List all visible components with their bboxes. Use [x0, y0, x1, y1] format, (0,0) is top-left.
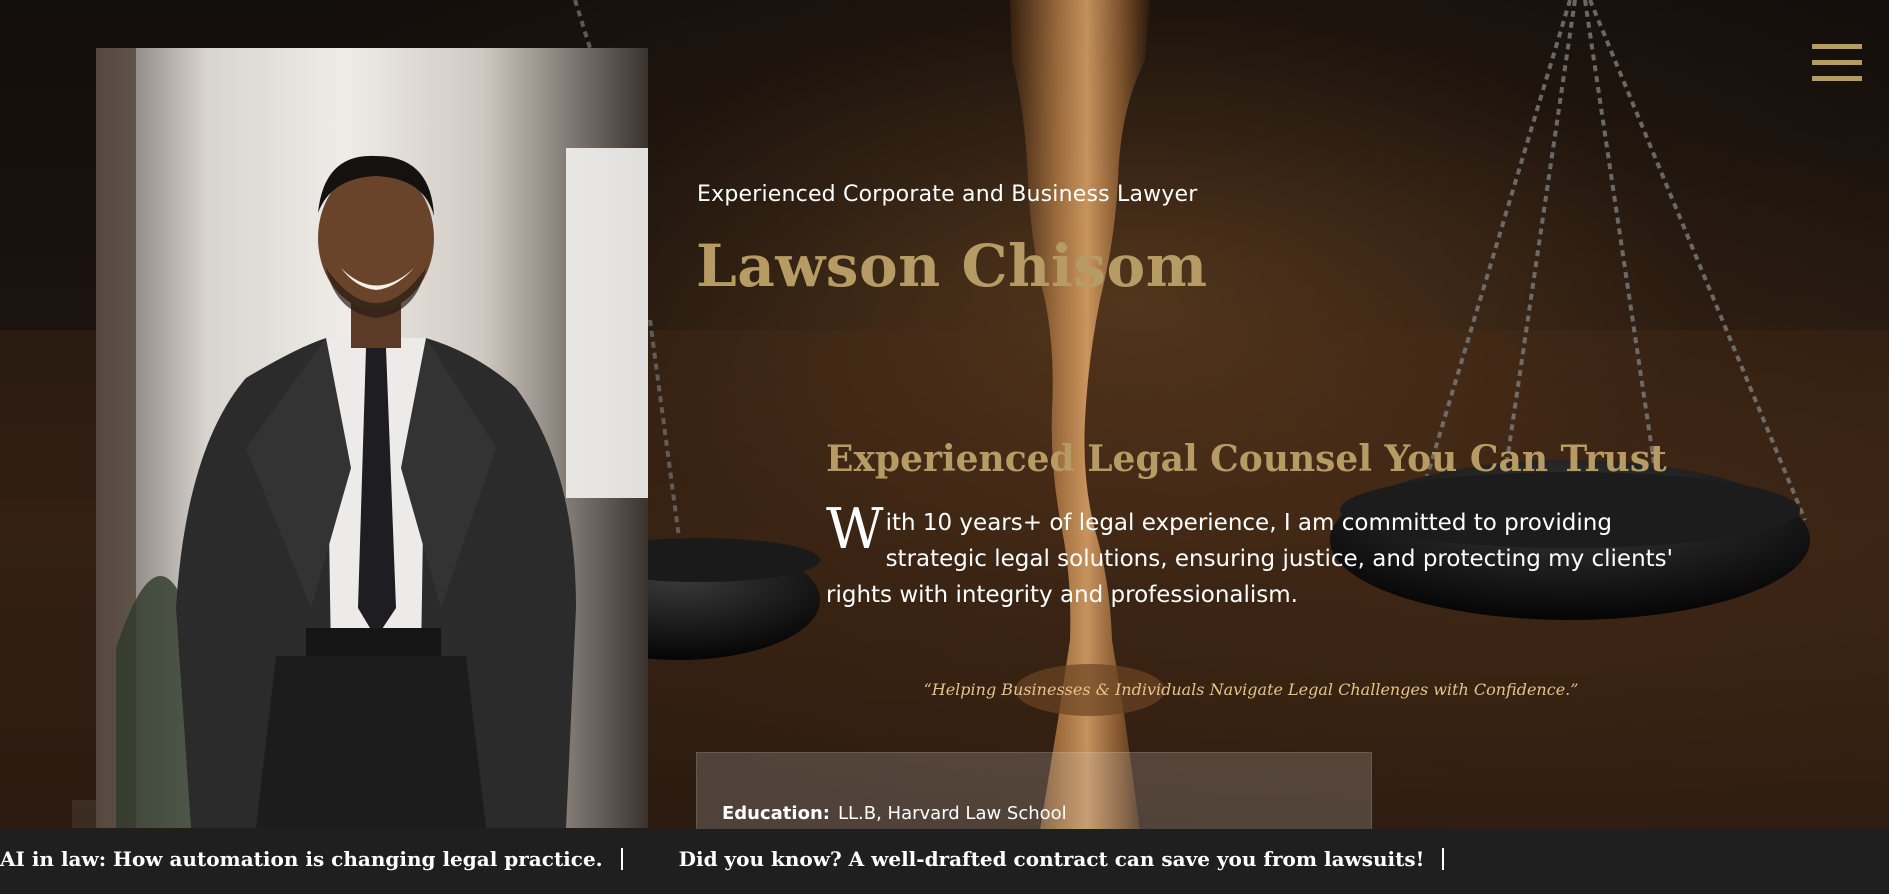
education-label: Education:: [722, 803, 830, 824]
ticker-separator: [620, 848, 623, 870]
ticker-item-text: AI in law: How automation is changing le…: [0, 847, 603, 871]
menu-bar-middle: [1812, 60, 1862, 65]
ticker-separator: [1442, 848, 1445, 870]
hero-headline: Experienced Legal Counsel You Can Trust: [826, 438, 1667, 480]
education-value: LL.B, Harvard Law School: [837, 803, 1067, 824]
ticker-item[interactable]: AI in law: How automation is changing le…: [0, 847, 679, 871]
ticker-item[interactable]: Did you know? A well-drafted contract ca…: [679, 847, 1501, 871]
lawyer-portrait: [96, 48, 648, 828]
menu-bar-top: [1812, 44, 1862, 49]
hero-quote: “Helping Businesses & Individuals Naviga…: [923, 680, 1579, 699]
intro-dropcap: W: [826, 497, 884, 562]
hero-section: Experienced Corporate and Business Lawye…: [0, 0, 1889, 894]
ticker-track: AI in law: How automation is changing le…: [0, 847, 1500, 871]
menu-bar-bottom: [1812, 76, 1862, 81]
lawyer-name: Lawson Chisom: [696, 232, 1208, 300]
news-ticker: AI in law: How automation is changing le…: [0, 829, 1889, 894]
ticker-item-text: Did you know? A well-drafted contract ca…: [678, 847, 1425, 871]
hamburger-menu-icon[interactable]: [1812, 44, 1862, 84]
intro-text: ith 10 years+ of legal experience, I am …: [826, 510, 1673, 608]
hero-eyebrow: Experienced Corporate and Business Lawye…: [697, 182, 1198, 207]
education-row: Education: LL.B, Harvard Law School: [722, 803, 1067, 824]
intro-paragraph: With 10 years+ of legal experience, I am…: [826, 497, 1676, 613]
